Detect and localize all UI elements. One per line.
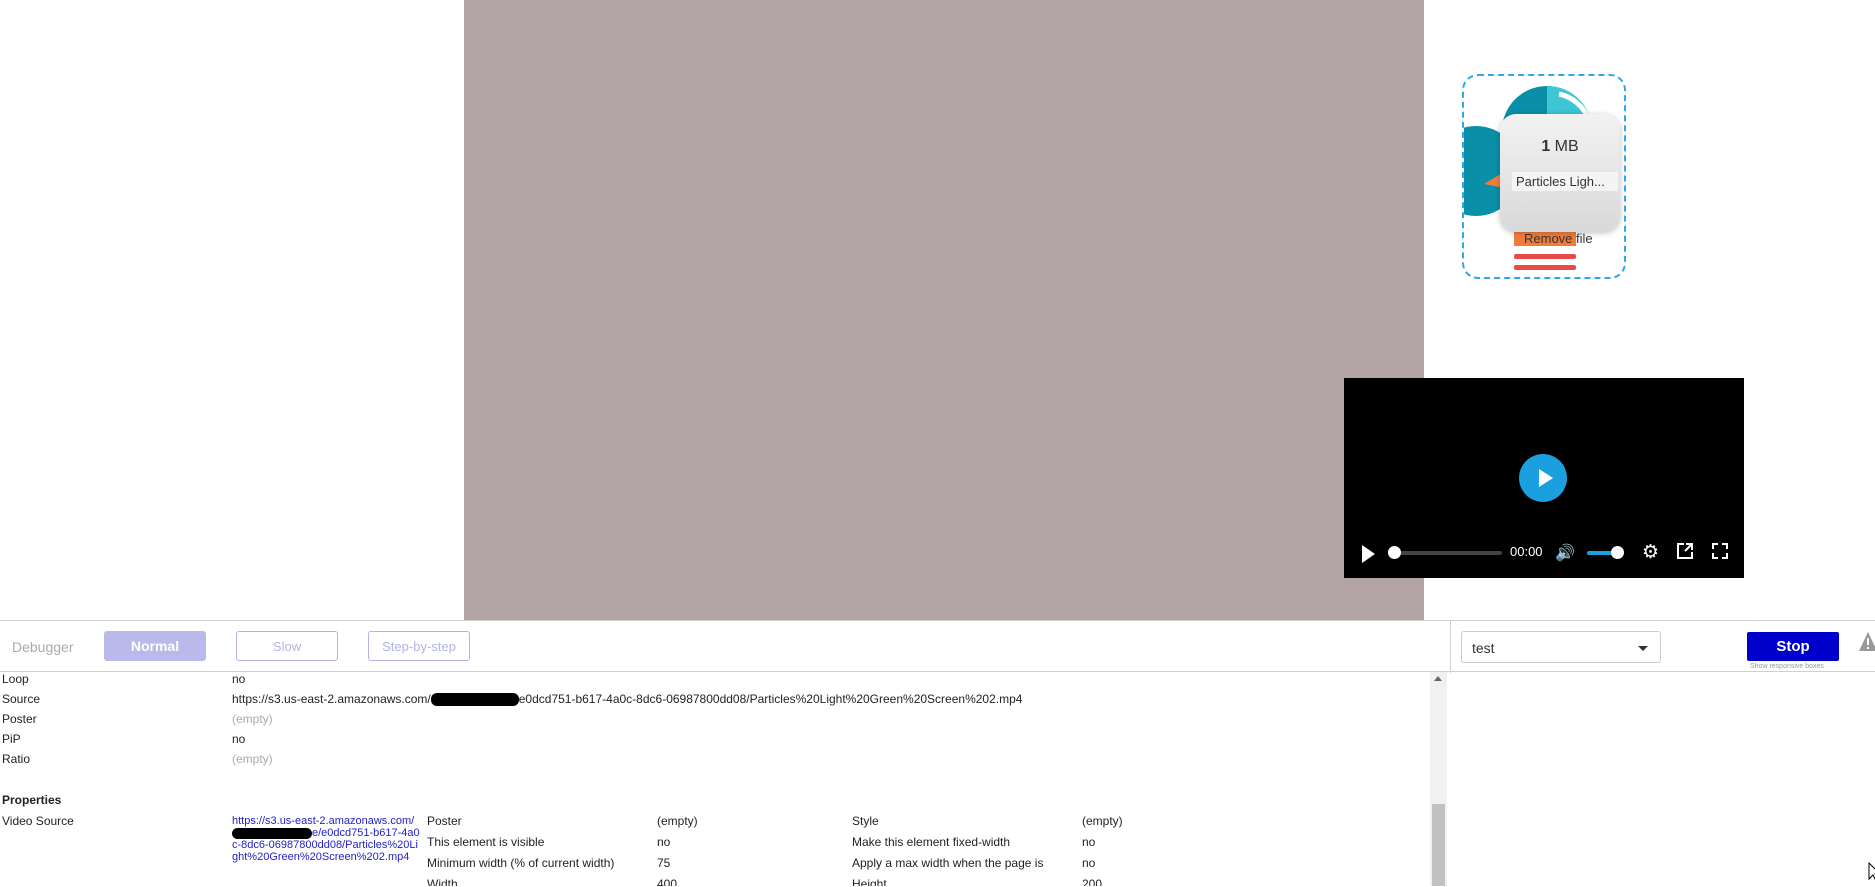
scrollbar-thumb[interactable] — [1432, 804, 1445, 886]
prop-label-pip: PiP — [2, 732, 21, 746]
current-time: 00:00 — [1510, 544, 1543, 559]
prop-value-pip: no — [232, 732, 246, 746]
file-size-number: 1 — [1541, 138, 1551, 155]
grid-value-height: 200 — [1082, 877, 1103, 886]
mouse-cursor-icon — [1868, 861, 1875, 887]
big-play-button[interactable] — [1519, 454, 1567, 502]
prop-value-source: https://s3.us-east-2.amazonaws.com/e0dcd… — [232, 692, 1023, 707]
properties-panel: Loop no Source https://s3.us-east-2.amaz… — [0, 672, 1450, 886]
grid-label-height: Height — [852, 877, 887, 886]
mode-normal-button[interactable]: Normal — [104, 631, 206, 661]
properties-scrollbar[interactable] — [1430, 672, 1447, 886]
prop-value-loop: no — [232, 672, 246, 686]
grid-label-max-width: Apply a max width when the page is — [852, 856, 1044, 870]
scroll-up-arrow-icon[interactable] — [1434, 676, 1442, 681]
video-link-prefix: https://s3.us-east-2.amazonaws.com/ — [232, 815, 415, 827]
page-canvas: 1 MB Particles Ligh... Remove file 00:00… — [464, 0, 1744, 620]
mode-step-by-step-button[interactable]: Step-by-step — [368, 631, 470, 661]
chevron-down-icon — [1638, 646, 1648, 651]
file-size: 1 MB — [1500, 138, 1620, 156]
source-url-suffix: e0dcd751-b617-4a0c-8dc6-06987800dd08/Par… — [518, 692, 1023, 706]
prop-label-loop: Loop — [2, 672, 29, 686]
picture-in-picture-icon[interactable] — [1676, 542, 1694, 565]
prop-value-ratio: (empty) — [232, 752, 273, 766]
grid-label-poster: Poster — [427, 814, 462, 828]
source-url-prefix: https://s3.us-east-2.amazonaws.com/ — [232, 692, 431, 706]
grid-label-visible: This element is visible — [427, 835, 545, 849]
debugger-label: Debugger — [12, 639, 74, 655]
grid-label-width: Width — [427, 877, 458, 886]
file-preview-card: 1 MB Particles Ligh... — [1500, 114, 1620, 232]
video-source-label: Video Source — [2, 814, 74, 828]
fullscreen-icon[interactable] — [1711, 542, 1729, 565]
grid-value-max-width: no — [1082, 856, 1096, 870]
grid-label-min-width: Minimum width (% of current width) — [427, 856, 615, 870]
prop-label-ratio: Ratio — [2, 752, 31, 766]
stop-button[interactable]: Stop — [1747, 632, 1839, 661]
mode-slow-button[interactable]: Slow — [236, 631, 338, 661]
volume-handle[interactable] — [1611, 546, 1624, 559]
file-upload-dropzone[interactable]: 1 MB Particles Ligh... Remove file — [1462, 74, 1626, 279]
video-source-link[interactable]: https://s3.us-east-2.amazonaws.com/e/e0d… — [232, 815, 422, 863]
volume-icon[interactable]: 🔊 — [1555, 543, 1575, 563]
video-player[interactable]: 00:00 🔊 ⚙ — [1344, 378, 1744, 578]
gear-icon[interactable]: ⚙ — [1642, 541, 1659, 564]
environment-select-value: test — [1472, 640, 1495, 656]
grid-label-fixed-width: Make this element fixed-width — [852, 835, 1011, 849]
file-name: Particles Ligh... — [1512, 172, 1618, 191]
progress-handle[interactable] — [1388, 546, 1401, 559]
progress-bar[interactable] — [1396, 551, 1502, 555]
grid-value-width: 400 — [657, 877, 678, 886]
properties-section-title: Properties — [2, 793, 62, 807]
play-icon[interactable] — [1362, 545, 1375, 563]
grid-value-poster: (empty) — [657, 814, 698, 828]
file-size-unit: MB — [1554, 138, 1579, 155]
warning-icon[interactable] — [1858, 631, 1875, 658]
redacted-block — [430, 693, 519, 707]
show-responsive-boxes-link[interactable]: Show responsive boxes — [1750, 663, 1824, 670]
environment-select[interactable]: test — [1461, 631, 1661, 663]
prop-label-poster: Poster — [2, 712, 37, 726]
grid-value-style: (empty) — [1082, 814, 1123, 828]
grid-label-style: Style — [852, 814, 879, 828]
prop-value-poster: (empty) — [232, 712, 273, 726]
remove-file-link[interactable]: Remove file — [1524, 231, 1593, 246]
grid-value-min-width: 75 — [657, 856, 671, 870]
grid-value-visible: no — [657, 835, 671, 849]
grid-value-fixed-width: no — [1082, 835, 1096, 849]
redacted-block — [232, 827, 312, 839]
debugger-toolbar: Debugger Normal Slow Step-by-step test S… — [0, 620, 1875, 673]
panel-divider — [1450, 621, 1451, 673]
prop-label-source: Source — [2, 692, 41, 706]
